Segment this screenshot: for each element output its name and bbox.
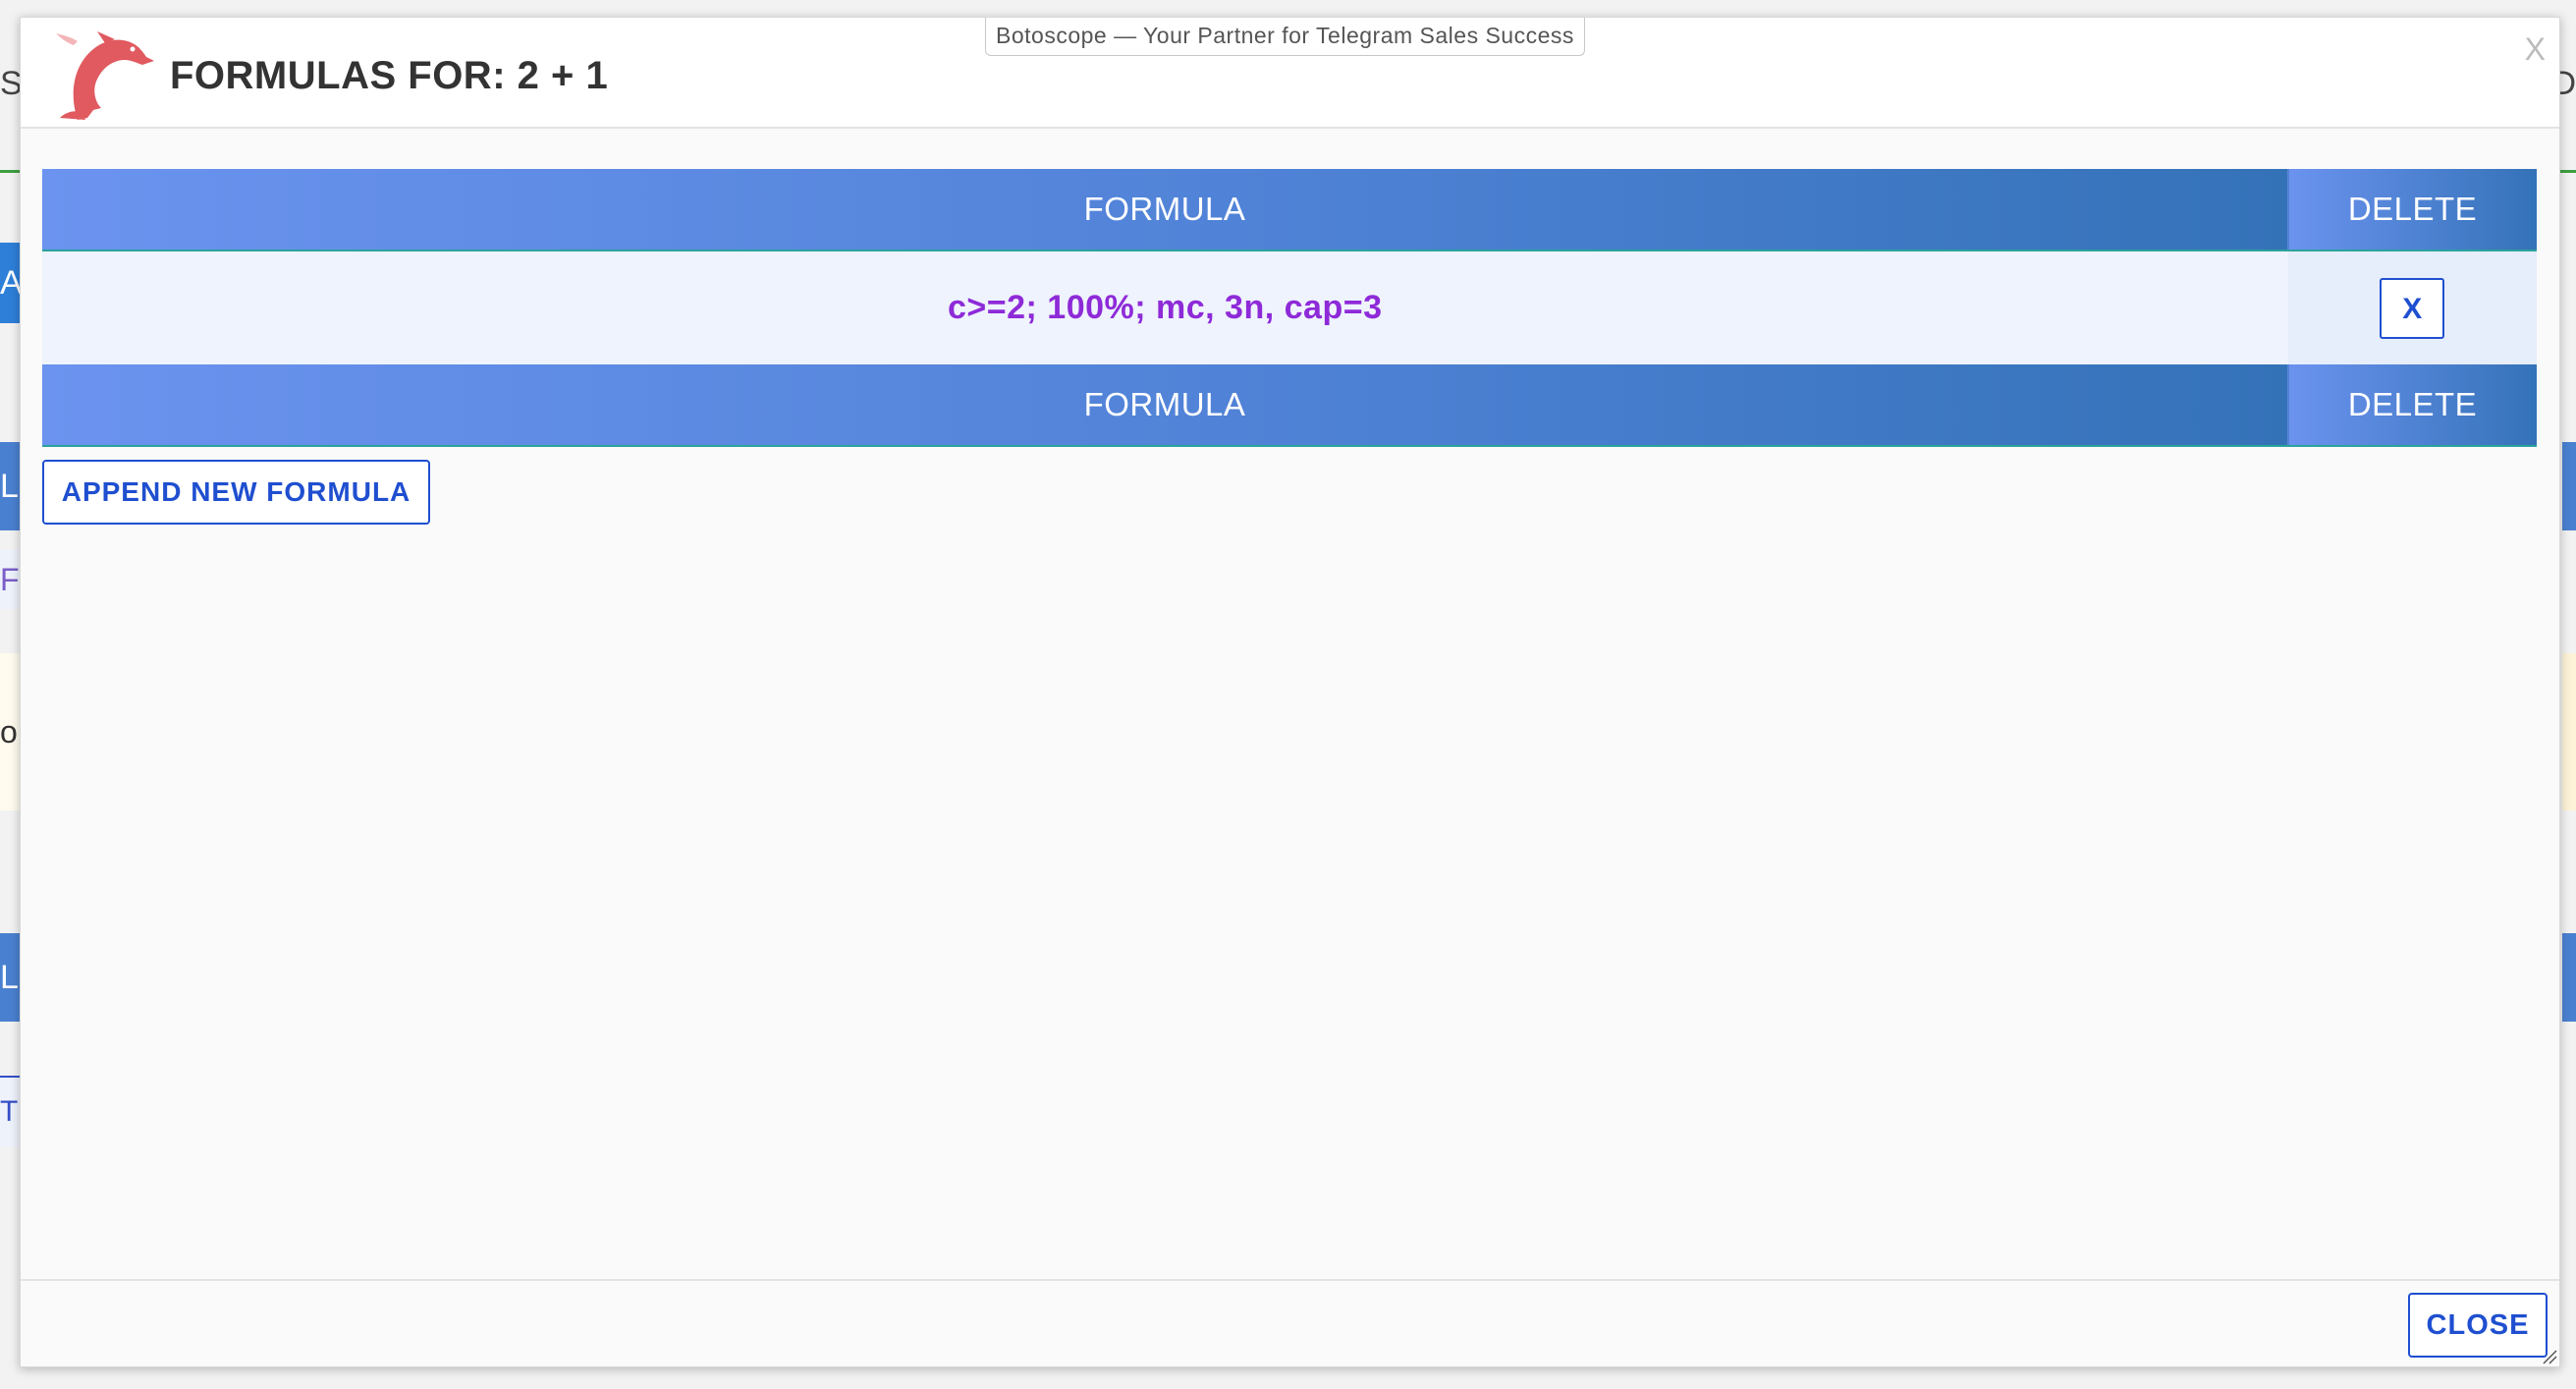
bg-blue-button: A <box>0 243 20 323</box>
bg-band-left: L <box>0 442 20 530</box>
delete-formula-button[interactable]: X <box>2380 277 2445 339</box>
bg-band-left-2: L <box>0 933 20 1022</box>
table-row: c>=2; 100%; mc, 3n, cap=3 X <box>42 250 2537 364</box>
dialog-close-x-icon[interactable]: X <box>2525 31 2546 68</box>
table-header-row: FORMULA DELETE <box>42 169 2537 251</box>
bg-band-right-2 <box>2562 933 2576 1022</box>
table-footer-row: FORMULA DELETE <box>42 364 2537 447</box>
dialog-header: FORMULAS FOR: 2 + 1 Botoscope — Your Par… <box>21 18 2559 129</box>
brand-banner: Botoscope — Your Partner for Telegram Sa… <box>985 18 1585 56</box>
bg-yellow-left: o <box>0 653 20 810</box>
column-header-formula: FORMULA <box>42 169 2288 251</box>
bg-row-light-2: TR <box>0 1076 20 1146</box>
formulas-dialog: FORMULAS FOR: 2 + 1 Botoscope — Your Par… <box>20 17 2560 1367</box>
formula-text[interactable]: c>=2; 100%; mc, 3n, cap=3 <box>948 289 1382 326</box>
dialog-title: FORMULAS FOR: 2 + 1 <box>170 54 609 97</box>
delete-cell: X <box>2287 250 2537 364</box>
column-footer-delete: DELETE <box>2287 364 2537 447</box>
column-header-delete: DELETE <box>2287 169 2537 251</box>
formulas-table: FORMULA DELETE c>=2; 100%; mc, 3n, cap=3… <box>42 169 2537 447</box>
bg-yellow-right <box>2562 653 2576 810</box>
bg-row-light: Fr <box>0 550 20 609</box>
resize-handle-icon[interactable] <box>2540 1347 2557 1364</box>
close-button[interactable]: CLOSE <box>2408 1293 2548 1358</box>
append-new-formula-button[interactable]: APPEND NEW FORMULA <box>42 460 430 525</box>
column-footer-formula: FORMULA <box>42 364 2288 447</box>
bg-band-right <box>2562 442 2576 530</box>
dolphin-logo-icon <box>56 31 154 120</box>
dialog-footer: CLOSE <box>21 1279 2559 1366</box>
formula-cell[interactable]: c>=2; 100%; mc, 3n, cap=3 <box>42 250 2288 364</box>
